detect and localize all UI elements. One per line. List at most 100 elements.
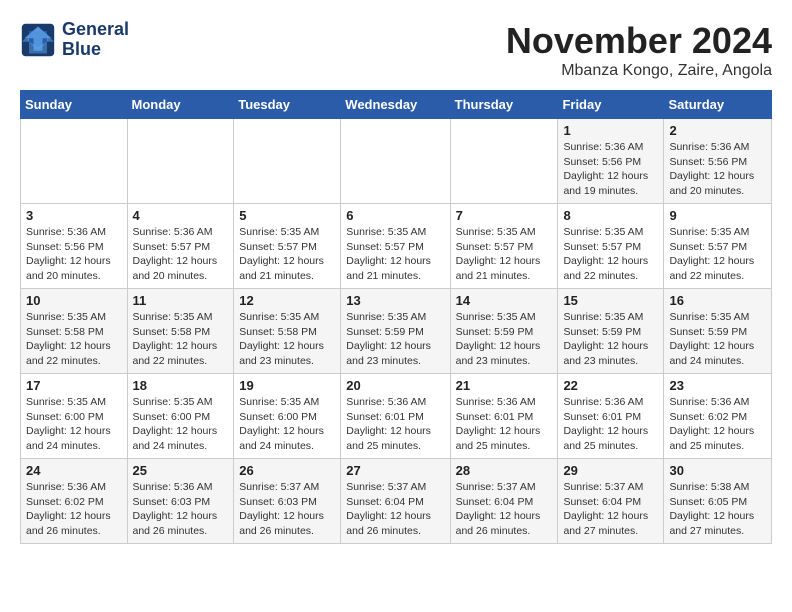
- day-number: 5: [239, 208, 335, 223]
- calendar-cell: 25Sunrise: 5:36 AM Sunset: 6:03 PM Dayli…: [127, 459, 234, 544]
- day-number: 3: [26, 208, 122, 223]
- day-info: Sunrise: 5:35 AM Sunset: 5:59 PM Dayligh…: [346, 310, 444, 369]
- calendar-cell: 13 Sunrise: 5:35 AM Sunset: 5:59 PM Dayli…: [341, 289, 450, 374]
- calendar-cell: 16 Sunrise: 5:35 AM Sunset: 5:59 PM Dayli…: [664, 289, 772, 374]
- calendar-cell: 8 Sunrise: 5:35 AM Sunset: 5:57 PM Daylig…: [558, 204, 664, 289]
- day-info: Sunrise: 5:35 AM Sunset: 5:57 PM Dayligh…: [239, 225, 335, 284]
- day-info: Sunrise: 5:35 AM Sunset: 5:58 PM Dayligh…: [239, 310, 335, 369]
- day-number: 1: [563, 123, 658, 138]
- calendar-cell: [21, 119, 128, 204]
- day-number: 28: [456, 463, 553, 478]
- day-info: Sunrise: 5:36 AM Sunset: 6:01 PM Dayligh…: [346, 395, 444, 454]
- calendar-cell: [341, 119, 450, 204]
- day-info: Sunrise: 5:36 AM Sunset: 6:02 PM Dayligh…: [26, 480, 122, 539]
- calendar-cell: 9 Sunrise: 5:35 AM Sunset: 5:57 PM Daylig…: [664, 204, 772, 289]
- weekday-header-tuesday: Tuesday: [234, 91, 341, 119]
- calendar-cell: 17Sunrise: 5:35 AM Sunset: 6:00 PM Dayli…: [21, 374, 128, 459]
- calendar-cell: [127, 119, 234, 204]
- day-info: Sunrise: 5:35 AM Sunset: 5:58 PM Dayligh…: [26, 310, 122, 369]
- day-number: 25: [133, 463, 229, 478]
- calendar-cell: 10 Sunrise: 5:35 AM Sunset: 5:58 PM Dayli…: [21, 289, 128, 374]
- day-info: Sunrise: 5:36 AM Sunset: 5:56 PM Dayligh…: [563, 140, 658, 199]
- calendar-cell: [234, 119, 341, 204]
- day-info: Sunrise: 5:37 AM Sunset: 6:03 PM Dayligh…: [239, 480, 335, 539]
- weekday-header-thursday: Thursday: [450, 91, 558, 119]
- title-area: November 2024 Mbanza Kongo, Zaire, Angol…: [506, 20, 772, 80]
- header: General Blue November 2024 Mbanza Kongo,…: [20, 20, 772, 80]
- day-number: 17: [26, 378, 122, 393]
- day-number: 20: [346, 378, 444, 393]
- day-info: Sunrise: 5:36 AM Sunset: 5:56 PM Dayligh…: [669, 140, 766, 199]
- month-title: November 2024: [506, 20, 772, 62]
- logo-text-line2: Blue: [62, 40, 129, 60]
- day-number: 7: [456, 208, 553, 223]
- day-number: 23: [669, 378, 766, 393]
- calendar-cell: 20 Sunrise: 5:36 AM Sunset: 6:01 PM Dayli…: [341, 374, 450, 459]
- calendar-cell: 15 Sunrise: 5:35 AM Sunset: 5:59 PM Dayli…: [558, 289, 664, 374]
- calendar-cell: 19Sunrise: 5:35 AM Sunset: 6:00 PM Dayli…: [234, 374, 341, 459]
- day-info: Sunrise: 5:35 AM Sunset: 5:59 PM Dayligh…: [456, 310, 553, 369]
- day-info: Sunrise: 5:35 AM Sunset: 5:57 PM Dayligh…: [456, 225, 553, 284]
- day-info: Sunrise: 5:38 AM Sunset: 6:05 PM Dayligh…: [669, 480, 766, 539]
- calendar-cell: 14 Sunrise: 5:35 AM Sunset: 5:59 PM Dayli…: [450, 289, 558, 374]
- day-number: 6: [346, 208, 444, 223]
- weekday-header-row: SundayMondayTuesdayWednesdayThursdayFrid…: [21, 91, 772, 119]
- day-info: Sunrise: 5:36 AM Sunset: 6:01 PM Dayligh…: [563, 395, 658, 454]
- day-info: Sunrise: 5:35 AM Sunset: 5:59 PM Dayligh…: [563, 310, 658, 369]
- calendar-cell: 26 Sunrise: 5:37 AM Sunset: 6:03 PM Dayli…: [234, 459, 341, 544]
- calendar-cell: 2 Sunrise: 5:36 AM Sunset: 5:56 PM Daylig…: [664, 119, 772, 204]
- calendar-cell: 6 Sunrise: 5:35 AM Sunset: 5:57 PM Daylig…: [341, 204, 450, 289]
- logo: General Blue: [20, 20, 129, 60]
- day-number: 11: [133, 293, 229, 308]
- calendar-week-row: 24 Sunrise: 5:36 AM Sunset: 6:02 PM Dayli…: [21, 459, 772, 544]
- weekday-header-monday: Monday: [127, 91, 234, 119]
- calendar-cell: 23 Sunrise: 5:36 AM Sunset: 6:02 PM Dayli…: [664, 374, 772, 459]
- day-number: 27: [346, 463, 444, 478]
- calendar-cell: 4 Sunrise: 5:36 AM Sunset: 5:57 PM Daylig…: [127, 204, 234, 289]
- calendar-week-row: 3 Sunrise: 5:36 AM Sunset: 5:56 PM Daylig…: [21, 204, 772, 289]
- day-number: 12: [239, 293, 335, 308]
- calendar-cell: 3 Sunrise: 5:36 AM Sunset: 5:56 PM Daylig…: [21, 204, 128, 289]
- calendar-cell: [450, 119, 558, 204]
- day-number: 30: [669, 463, 766, 478]
- day-info: Sunrise: 5:35 AM Sunset: 5:58 PM Dayligh…: [133, 310, 229, 369]
- calendar-cell: 1 Sunrise: 5:36 AM Sunset: 5:56 PM Daylig…: [558, 119, 664, 204]
- weekday-header-sunday: Sunday: [21, 91, 128, 119]
- day-number: 10: [26, 293, 122, 308]
- calendar-cell: 12 Sunrise: 5:35 AM Sunset: 5:58 PM Dayli…: [234, 289, 341, 374]
- day-number: 22: [563, 378, 658, 393]
- day-number: 8: [563, 208, 658, 223]
- calendar-cell: 30 Sunrise: 5:38 AM Sunset: 6:05 PM Dayli…: [664, 459, 772, 544]
- weekday-header-wednesday: Wednesday: [341, 91, 450, 119]
- calendar-cell: 5 Sunrise: 5:35 AM Sunset: 5:57 PM Daylig…: [234, 204, 341, 289]
- day-number: 9: [669, 208, 766, 223]
- day-info: Sunrise: 5:35 AM Sunset: 5:57 PM Dayligh…: [346, 225, 444, 284]
- calendar-week-row: 17 Sunrise: 5:35 AM Sunset: 6:00 PM Dayli…: [21, 374, 772, 459]
- day-number: 15: [563, 293, 658, 308]
- day-info: Sunrise: 5:36 AM Sunset: 6:02 PM Dayligh…: [669, 395, 766, 454]
- calendar-cell: 27Sunrise: 5:37 AM Sunset: 6:04 PM Dayli…: [341, 459, 450, 544]
- location-title: Mbanza Kongo, Zaire, Angola: [506, 62, 772, 80]
- calendar-cell: 11 Sunrise: 5:35 AM Sunset: 5:58 PM Dayli…: [127, 289, 234, 374]
- day-info: Sunrise: 5:35 AM Sunset: 5:57 PM Dayligh…: [563, 225, 658, 284]
- day-info: Sunrise: 5:35 AM Sunset: 6:00 PM Dayligh…: [239, 395, 335, 454]
- calendar-cell: 21Sunrise: 5:36 AM Sunset: 6:01 PM Dayli…: [450, 374, 558, 459]
- day-number: 13: [346, 293, 444, 308]
- day-number: 2: [669, 123, 766, 138]
- calendar-cell: 22 Sunrise: 5:36 AM Sunset: 6:01 PM Dayli…: [558, 374, 664, 459]
- day-number: 14: [456, 293, 553, 308]
- day-info: Sunrise: 5:37 AM Sunset: 6:04 PM Dayligh…: [456, 480, 553, 539]
- day-info: Sunrise: 5:35 AM Sunset: 5:59 PM Dayligh…: [669, 310, 766, 369]
- day-info: Sunrise: 5:35 AM Sunset: 6:00 PM Dayligh…: [133, 395, 229, 454]
- calendar-cell: 28 Sunrise: 5:37 AM Sunset: 6:04 PM Dayli…: [450, 459, 558, 544]
- day-number: 24: [26, 463, 122, 478]
- calendar-cell: 29Sunrise: 5:37 AM Sunset: 6:04 PM Dayli…: [558, 459, 664, 544]
- logo-text-line1: General: [62, 20, 129, 40]
- day-number: 26: [239, 463, 335, 478]
- day-info: Sunrise: 5:36 AM Sunset: 5:57 PM Dayligh…: [133, 225, 229, 284]
- day-info: Sunrise: 5:36 AM Sunset: 5:56 PM Dayligh…: [26, 225, 122, 284]
- day-info: Sunrise: 5:35 AM Sunset: 5:57 PM Dayligh…: [669, 225, 766, 284]
- day-number: 4: [133, 208, 229, 223]
- calendar-cell: 7 Sunrise: 5:35 AM Sunset: 5:57 PM Daylig…: [450, 204, 558, 289]
- day-number: 16: [669, 293, 766, 308]
